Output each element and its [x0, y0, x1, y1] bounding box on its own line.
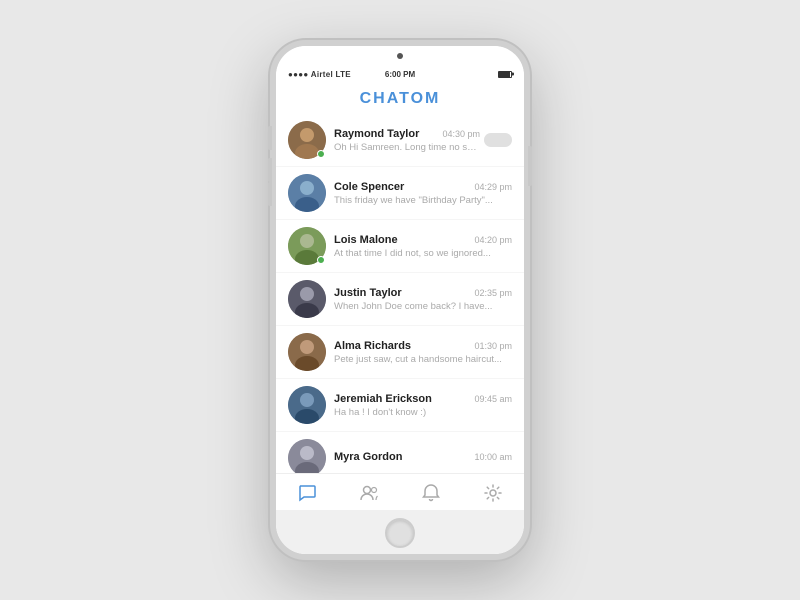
chat-name-row: Myra Gordon 10:00 am — [334, 451, 512, 463]
online-indicator — [317, 150, 325, 158]
chat-info: Lois Malone 04:20 pm At that time I did … — [334, 234, 512, 259]
chat-time: 02:35 pm — [474, 288, 512, 298]
avatar — [288, 333, 326, 371]
chat-info: Alma Richards 01:30 pm Pete just saw, cu… — [334, 340, 512, 365]
chat-name: Alma Richards — [334, 340, 411, 352]
battery-fill — [499, 72, 510, 77]
camera-dot — [397, 53, 403, 59]
chat-name: Jeremiah Erickson — [334, 393, 432, 405]
home-button[interactable] — [385, 518, 415, 548]
chat-info: Raymond Taylor 04:30 pm Oh Hi Samreen. L… — [334, 128, 480, 153]
chat-time: 04:20 pm — [474, 235, 512, 245]
battery-icon — [498, 71, 512, 78]
chat-preview: This friday we have "Birthday Party"... — [334, 195, 512, 206]
chat-preview: Oh Hi Samreen. Long time no see! — [334, 142, 480, 153]
chat-item-lois-malone[interactable]: Lois Malone 04:20 pm At that time I did … — [276, 220, 524, 273]
chat-name: Justin Taylor — [334, 287, 402, 299]
chat-item-myra-gordon[interactable]: Myra Gordon 10:00 am — [276, 432, 524, 473]
chat-preview: When John Doe come back? I have... — [334, 301, 512, 312]
avatar-wrap — [288, 333, 326, 371]
chat-name-row: Raymond Taylor 04:30 pm — [334, 128, 480, 140]
contacts-icon — [359, 483, 379, 503]
tab-notifications[interactable] — [420, 482, 442, 504]
chat-info: Justin Taylor 02:35 pm When John Doe com… — [334, 287, 512, 312]
chat-item-cole-spencer[interactable]: Cole Spencer 04:29 pm This friday we hav… — [276, 167, 524, 220]
app-header: CHATOM — [276, 82, 524, 114]
chat-time: 04:30 pm — [442, 129, 480, 139]
chat-name-row: Jeremiah Erickson 09:45 am — [334, 393, 512, 405]
chat-name: Raymond Taylor — [334, 128, 419, 140]
chat-name-row: Lois Malone 04:20 pm — [334, 234, 512, 246]
chat-name-row: Justin Taylor 02:35 pm — [334, 287, 512, 299]
avatar-wrap — [288, 439, 326, 473]
home-button-area — [276, 510, 524, 554]
chat-preview: Pete just saw, cut a handsome haircut... — [334, 354, 512, 365]
chat-time: 04:29 pm — [474, 182, 512, 192]
tab-settings[interactable] — [482, 482, 504, 504]
chat-list: Raymond Taylor 04:30 pm Oh Hi Samreen. L… — [276, 114, 524, 473]
chat-time: 01:30 pm — [474, 341, 512, 351]
chat-name: Myra Gordon — [334, 451, 402, 463]
bell-icon — [421, 483, 441, 503]
carrier-text: ●●●● Airtel LTE — [288, 70, 351, 79]
phone-top-bar — [276, 46, 524, 66]
chat-info: Jeremiah Erickson 09:45 am Ha ha ! I don… — [334, 393, 512, 418]
avatar-wrap — [288, 386, 326, 424]
phone-screen: ●●●● Airtel LTE 6:00 PM CHATOM — [276, 46, 524, 554]
chat-item-justin-taylor[interactable]: Justin Taylor 02:35 pm When John Doe com… — [276, 273, 524, 326]
avatar-image — [288, 333, 326, 371]
avatar — [288, 439, 326, 473]
avatar-image — [288, 280, 326, 318]
chat-item-jeremiah-erickson[interactable]: Jeremiah Erickson 09:45 am Ha ha ! I don… — [276, 379, 524, 432]
time-text: 6:00 PM — [385, 70, 415, 79]
tab-bar — [276, 473, 524, 510]
avatar-image — [288, 174, 326, 212]
battery-area — [498, 71, 512, 78]
phone-frame: ●●●● Airtel LTE 6:00 PM CHATOM — [270, 40, 530, 560]
avatar-wrap — [288, 227, 326, 265]
chat-preview: Ha ha ! I don't know :) — [334, 407, 512, 418]
chat-icon — [297, 483, 317, 503]
chat-time: 10:00 am — [474, 452, 512, 462]
chat-info: Myra Gordon 10:00 am — [334, 451, 512, 465]
app-title: CHATOM — [360, 90, 441, 108]
chat-preview: At that time I did not, so we ignored... — [334, 248, 512, 259]
tab-chat[interactable] — [296, 482, 318, 504]
gear-icon — [483, 483, 503, 503]
chat-name-row: Alma Richards 01:30 pm — [334, 340, 512, 352]
chat-name: Cole Spencer — [334, 181, 404, 193]
avatar-wrap — [288, 280, 326, 318]
chat-info: Cole Spencer 04:29 pm This friday we hav… — [334, 181, 512, 206]
tab-contacts[interactable] — [358, 482, 380, 504]
chat-name: Lois Malone — [334, 234, 398, 246]
chat-item-alma-richards[interactable]: Alma Richards 01:30 pm Pete just saw, cu… — [276, 326, 524, 379]
chat-item-raymond-taylor[interactable]: Raymond Taylor 04:30 pm Oh Hi Samreen. L… — [276, 114, 524, 167]
status-bar: ●●●● Airtel LTE 6:00 PM — [276, 66, 524, 82]
chat-name-row: Cole Spencer 04:29 pm — [334, 181, 512, 193]
online-indicator — [317, 256, 325, 264]
avatar-wrap — [288, 174, 326, 212]
avatar — [288, 174, 326, 212]
unread-indicator — [484, 133, 512, 147]
avatar — [288, 280, 326, 318]
avatar-image — [288, 386, 326, 424]
chat-time: 09:45 am — [474, 394, 512, 404]
avatar-image — [288, 439, 326, 473]
avatar — [288, 386, 326, 424]
avatar-wrap — [288, 121, 326, 159]
